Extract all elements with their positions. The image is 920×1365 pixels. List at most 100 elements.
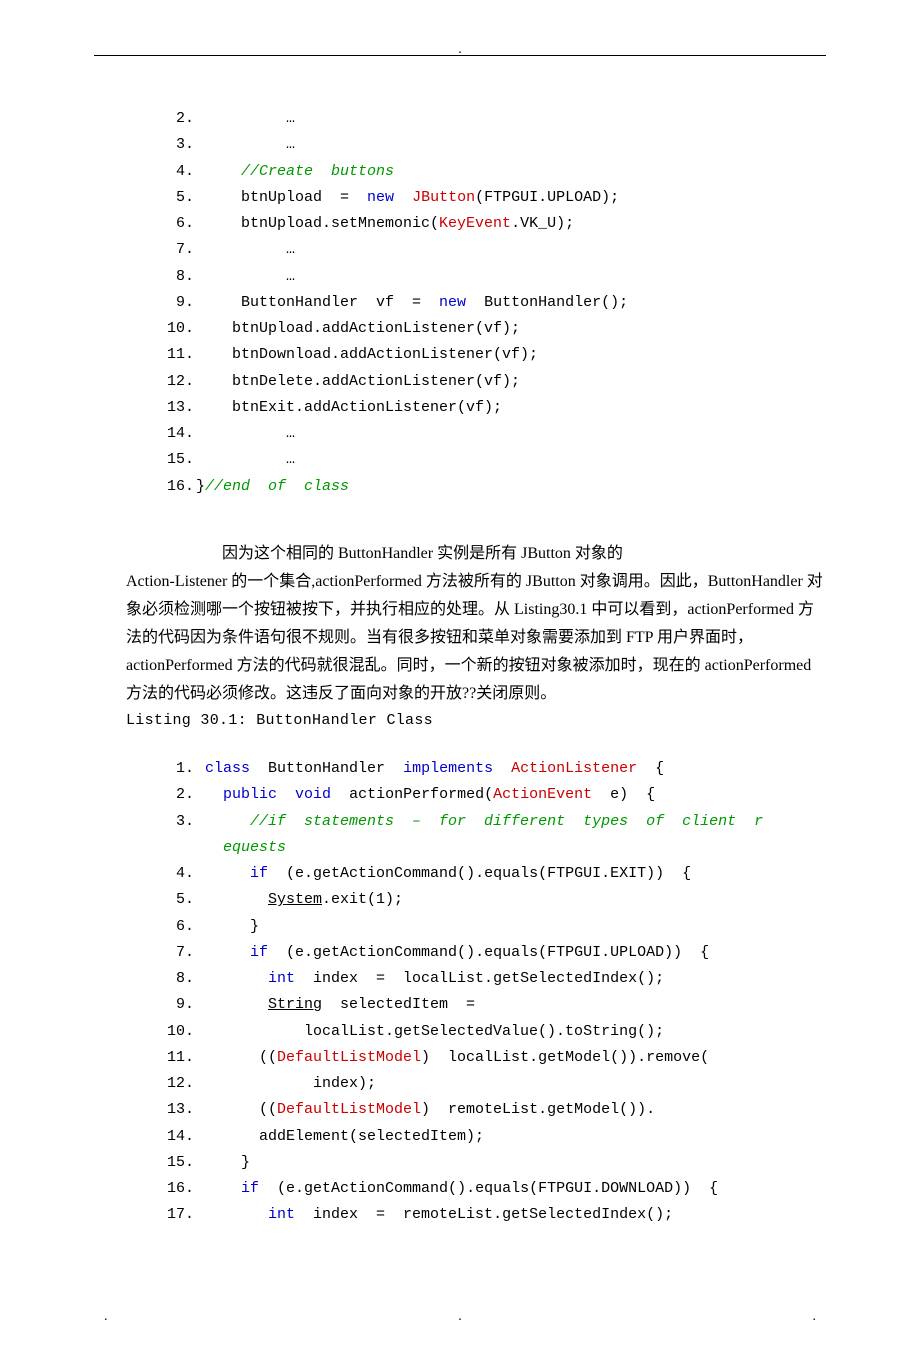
line-number: 11. [160, 1045, 196, 1071]
listing-title: Listing 30.1: ButtonHandler Class [126, 708, 826, 734]
line-number: 14. [160, 421, 196, 447]
code-line: 16.}//end of class [160, 474, 826, 500]
line-content: System.exit(1); [196, 887, 403, 913]
code-line: 5. btnUpload = new JButton(FTPGUI.UPLOAD… [160, 185, 826, 211]
para-line-2: Action-Listener 的一个集合,actionPerformed 方法… [126, 568, 826, 708]
line-content: } [196, 1150, 250, 1176]
body-paragraph: 因为这个相同的 ButtonHandler 实例是所有 JButton 对象的 … [126, 540, 826, 734]
line-number: 8. [160, 264, 196, 290]
code-line: 14. … [160, 421, 826, 447]
code-line: 8. … [160, 264, 826, 290]
code-line: 12. btnDelete.addActionListener(vf); [160, 369, 826, 395]
line-number: 14. [160, 1124, 196, 1150]
code-line: 14. addElement(selectedItem); [160, 1124, 826, 1150]
line-content: //if statements – for different types of… [196, 809, 763, 835]
code-line: 13. btnExit.addActionListener(vf); [160, 395, 826, 421]
line-number: 9. [160, 290, 196, 316]
line-number: 17. [160, 1202, 196, 1228]
code-line: 5. System.exit(1); [160, 887, 826, 913]
line-number: 12. [160, 369, 196, 395]
line-content: equests [196, 835, 286, 861]
line-content: btnExit.addActionListener(vf); [196, 395, 502, 421]
line-content: … [196, 421, 295, 447]
code-line: 3. … [160, 132, 826, 158]
line-number: 6. [160, 914, 196, 940]
code-line: 4. if (e.getActionCommand().equals(FTPGU… [160, 861, 826, 887]
code-line: 9. ButtonHandler vf = new ButtonHandler(… [160, 290, 826, 316]
line-number [160, 835, 196, 861]
code-line: 7. if (e.getActionCommand().equals(FTPGU… [160, 940, 826, 966]
footer-dots: . . . [94, 1309, 826, 1325]
footer-dot-3: . [813, 1309, 817, 1325]
code-line: 12. index); [160, 1071, 826, 1097]
code-line: 6. btnUpload.setMnemonic(KeyEvent.VK_U); [160, 211, 826, 237]
line-content: … [196, 132, 295, 158]
code-line: 2. public void actionPerformed(ActionEve… [160, 782, 826, 808]
line-number: 13. [160, 395, 196, 421]
code-block-2: 1. class ButtonHandler implements Action… [0, 756, 920, 1229]
line-content: btnDownload.addActionListener(vf); [196, 342, 538, 368]
line-content: } [196, 914, 259, 940]
line-content: if (e.getActionCommand().equals(FTPGUI.D… [196, 1176, 718, 1202]
line-content: btnUpload.setMnemonic(KeyEvent.VK_U); [196, 211, 574, 237]
code-line: 11. ((DefaultListModel) localList.getMod… [160, 1045, 826, 1071]
line-content: //Create buttons [196, 159, 394, 185]
line-content: btnDelete.addActionListener(vf); [196, 369, 520, 395]
header-divider [94, 55, 826, 70]
page: 2. …3. …4. //Create buttons5. btnUpload … [0, 0, 920, 1365]
line-number: 10. [160, 316, 196, 342]
line-number: 6. [160, 211, 196, 237]
line-number: 3. [160, 809, 196, 835]
code-line: 16. if (e.getActionCommand().equals(FTPG… [160, 1176, 826, 1202]
line-content: … [196, 237, 295, 263]
line-number: 3. [160, 132, 196, 158]
code-line: 15. … [160, 447, 826, 473]
line-number: 7. [160, 940, 196, 966]
code-line: equests [160, 835, 826, 861]
line-number: 2. [160, 782, 196, 808]
para-line-1: 因为这个相同的 ButtonHandler 实例是所有 JButton 对象的 [126, 540, 826, 568]
line-number: 12. [160, 1071, 196, 1097]
code-line: 4. //Create buttons [160, 159, 826, 185]
code-line: 11. btnDownload.addActionListener(vf); [160, 342, 826, 368]
code-line: 8. int index = localList.getSelectedInde… [160, 966, 826, 992]
line-number: 7. [160, 237, 196, 263]
code-line: 2. … [160, 106, 826, 132]
line-number: 15. [160, 447, 196, 473]
line-content: ((DefaultListModel) localList.getModel()… [196, 1045, 709, 1071]
code-line: 10. localList.getSelectedValue().toStrin… [160, 1019, 826, 1045]
line-number: 1. [160, 756, 196, 782]
line-content: ButtonHandler vf = new ButtonHandler(); [196, 290, 628, 316]
line-content: int index = localList.getSelectedIndex()… [196, 966, 664, 992]
code-line: 3. //if statements – for different types… [160, 809, 826, 835]
line-number: 2. [160, 106, 196, 132]
code-block-1: 2. …3. …4. //Create buttons5. btnUpload … [0, 106, 920, 500]
line-content: class ButtonHandler implements ActionLis… [196, 756, 664, 782]
code-line: 15. } [160, 1150, 826, 1176]
line-number: 8. [160, 966, 196, 992]
line-content: String selectedItem = [196, 992, 475, 1018]
line-content: … [196, 447, 295, 473]
line-content: ((DefaultListModel) remoteList.getModel(… [196, 1097, 655, 1123]
code-line: 1. class ButtonHandler implements Action… [160, 756, 826, 782]
footer-dot-2: . [458, 1309, 462, 1325]
line-number: 16. [160, 474, 196, 500]
line-content: … [196, 264, 295, 290]
code-line: 7. … [160, 237, 826, 263]
footer-dot-1: . [104, 1309, 108, 1325]
code-line: 13. ((DefaultListModel) remoteList.getMo… [160, 1097, 826, 1123]
line-number: 9. [160, 992, 196, 1018]
line-number: 16. [160, 1176, 196, 1202]
line-number: 15. [160, 1150, 196, 1176]
line-content: int index = remoteList.getSelectedIndex(… [196, 1202, 673, 1228]
code-line: 9. String selectedItem = [160, 992, 826, 1018]
code-line: 17. int index = remoteList.getSelectedIn… [160, 1202, 826, 1228]
line-number: 4. [160, 159, 196, 185]
line-content: localList.getSelectedValue().toString(); [196, 1019, 664, 1045]
line-content: … [196, 106, 295, 132]
line-content: index); [196, 1071, 376, 1097]
line-number: 5. [160, 185, 196, 211]
code-line: 10. btnUpload.addActionListener(vf); [160, 316, 826, 342]
code-line: 6. } [160, 914, 826, 940]
line-content: public void actionPerformed(ActionEvent … [196, 782, 655, 808]
